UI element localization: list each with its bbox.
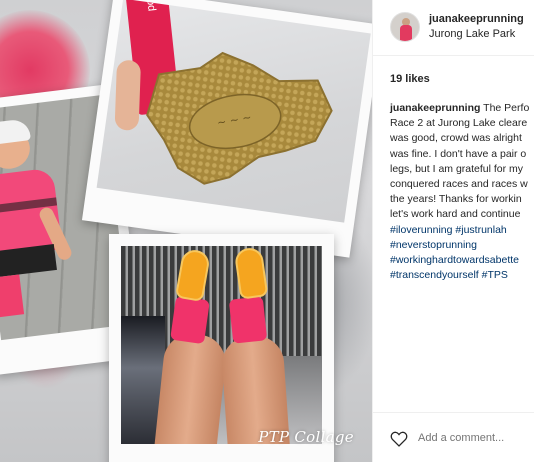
collage-watermark: PTP Collage [258, 428, 354, 446]
add-comment-input[interactable] [418, 432, 528, 444]
runner-leg [0, 274, 25, 318]
caption-line: the years! Thanks for workin [390, 193, 522, 206]
caption-line: was good, crowd was alright [390, 132, 522, 145]
caption-line: legs, but I am grateful for my [390, 162, 524, 175]
likes-count[interactable]: 19 likes [390, 73, 430, 85]
location-link[interactable]: Jurong Lake Park [429, 28, 515, 40]
ribbon-text: powe [143, 0, 158, 12]
avatar-body [400, 25, 412, 41]
caption-text: The Perfo [483, 102, 530, 114]
hashtag-line: #workinghardtowardsabette [390, 253, 534, 268]
hashtag-line: #transcendyourself #TPS [390, 268, 534, 283]
medal-photo: powe ~ ~ ~ [96, 0, 371, 223]
hashtag-link[interactable]: #iloverunning [390, 224, 452, 236]
medal-shape: ~ ~ ~ [146, 51, 333, 185]
hashtag-link[interactable]: #neverstoprunning [390, 239, 477, 251]
avatar[interactable] [390, 12, 420, 42]
runner-shorts [0, 244, 57, 278]
post-caption: juanakeeprunning The Perfo Race 2 at Jur… [390, 101, 534, 283]
hashtag-link[interactable]: #workinghardtowardsabette [390, 254, 519, 266]
caption-line: conquered races and races w [390, 178, 528, 191]
post-media[interactable]: powe ~ ~ ~ [0, 0, 372, 462]
caption-line: juanakeeprunning The Perfo [390, 101, 534, 116]
hashtag-link[interactable]: #transcendyourself [390, 269, 479, 281]
caption-line: Race 2 at Jurong Lake cleare [390, 117, 528, 130]
polaroid-medal: powe ~ ~ ~ [81, 0, 372, 258]
compression-sock-right [228, 296, 268, 344]
comment-bar [373, 412, 534, 462]
shoes-photo [121, 246, 322, 444]
heart-outline-icon[interactable] [390, 431, 408, 447]
compression-sock-left [170, 295, 210, 345]
caption-line: was fine. I don't have a pair o [390, 147, 527, 160]
hashtag-line: #iloverunning #justrunlah [390, 223, 534, 238]
post-header: juanakeeprunning Jurong Lake Park [373, 0, 534, 56]
hashtag-link[interactable]: #TPS [482, 269, 508, 281]
caption-line: let's work hard and continue [390, 208, 521, 221]
username-link[interactable]: juanakeeprunning [429, 13, 524, 25]
medal-icon: ~ ~ ~ [124, 32, 343, 208]
hashtag-link[interactable]: #justrunlah [455, 224, 506, 236]
hashtag-line: #neverstoprunning [390, 238, 534, 253]
post-panel: juanakeeprunning Jurong Lake Park 19 lik… [372, 0, 534, 462]
caption-username[interactable]: juanakeeprunning [390, 102, 480, 114]
